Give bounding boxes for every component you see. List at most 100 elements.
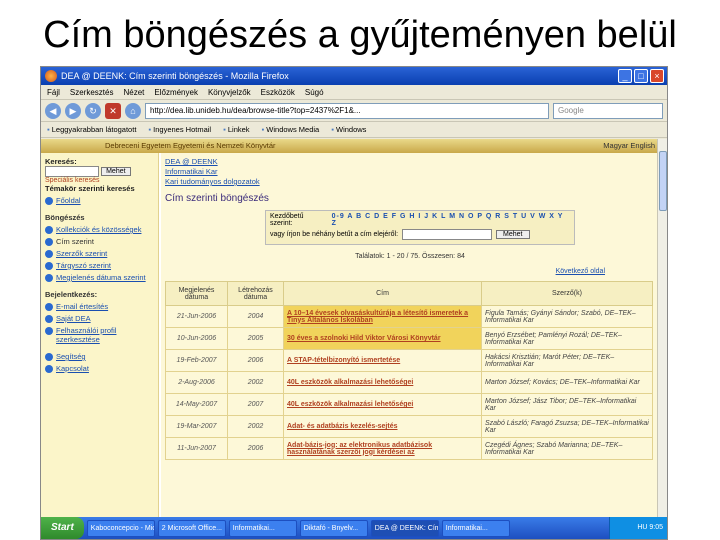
cell-date: 19-Feb-2007 [165, 349, 228, 372]
column-header[interactable]: Megjelenés dátuma [165, 281, 228, 306]
start-button[interactable]: Start [41, 517, 84, 539]
stop-icon[interactable]: ✕ [105, 102, 121, 119]
sidebar-item-my-dea[interactable]: Saját DEA [45, 314, 154, 323]
taskbar-item[interactable]: Kaboconcepcio - Micros... [86, 519, 155, 537]
cell-year: 2007 [227, 393, 284, 416]
menu-view[interactable]: Nézet [123, 85, 144, 99]
sidebar-search-button[interactable]: Mehet [101, 167, 131, 176]
minimize-icon[interactable]: _ [618, 69, 632, 83]
table-row: 21-Jun-2006 2004 A 10–14 évesek olvasásk… [165, 305, 653, 328]
topic-search-link[interactable]: Témakör szerinti keresés [45, 184, 154, 193]
bullet-icon [45, 315, 53, 323]
cell-author: Szabó László; Faragó Zsuzsa; DE–TEK–Info… [481, 415, 653, 438]
bookmark-item[interactable]: Windows Media [262, 122, 319, 137]
bullet-icon [45, 353, 53, 361]
url-input[interactable]: http://dea.lib.unideb.hu/dea/browse-titl… [145, 102, 549, 119]
cell-title-link[interactable]: A STAP-tételbizonyító ismertetése [283, 349, 482, 372]
cell-title-link[interactable]: 30 éves a szolnoki Hild Viktor Városi Kö… [283, 327, 482, 350]
cell-date: 14-May-2007 [165, 393, 228, 416]
reload-icon[interactable]: ↻ [85, 102, 101, 119]
cell-date: 21-Jun-2006 [165, 305, 228, 328]
bookmark-item[interactable]: Leggyakrabban látogatott [47, 122, 137, 137]
breadcrumb-3[interactable]: Kari tudományos dolgozatok [165, 177, 655, 187]
column-header[interactable]: Létrehozás dátuma [227, 281, 284, 306]
home-icon[interactable]: ⌂ [125, 102, 141, 119]
sidebar-item-contact[interactable]: Kapcsolat [45, 364, 154, 373]
taskbar-item[interactable]: 2 Microsoft Office... [157, 519, 226, 537]
cell-date: 10-Jun-2006 [165, 327, 228, 350]
menu-bookmarks[interactable]: Könyvjelzők [208, 85, 251, 99]
menu-edit[interactable]: Szerkesztés [70, 85, 114, 99]
special-search-link[interactable]: Speciális keresés [45, 177, 154, 184]
bookmarks-bar: Leggyakrabban látogatott Ingyenes Hotmai… [41, 122, 667, 138]
sidebar-item-by-subject[interactable]: Tárgyszó szerint [45, 261, 154, 270]
sidebar-item-profile[interactable]: Felhasználói profil szerkesztése [45, 326, 154, 344]
menu-history[interactable]: Előzmények [154, 85, 198, 99]
sidebar-item-help[interactable]: Segítség [45, 352, 154, 361]
title-prefix-input[interactable] [402, 229, 493, 240]
close-icon[interactable]: × [650, 69, 664, 83]
go-button[interactable]: Mehet [496, 230, 530, 239]
menu-file[interactable]: Fájl [47, 85, 60, 99]
bullet-icon [45, 365, 53, 373]
menu-bar: Fájl Szerkesztés Nézet Előzmények Könyvj… [41, 85, 667, 100]
sidebar: Keresés: Mehet Speciális keresés Témakör… [41, 153, 159, 517]
taskbar-item[interactable]: Informatikai... [441, 519, 510, 537]
column-header[interactable]: Szerző(k) [481, 281, 653, 306]
taskbar-item-active[interactable]: DEA @ DEENK: Cím... [370, 519, 439, 537]
language-switch[interactable]: Magyar English [603, 139, 655, 153]
column-header[interactable]: Cím [283, 281, 482, 306]
bullet-icon [45, 327, 53, 335]
cell-author: Marton József; Jász Tibor; DE–TEK–Inform… [481, 393, 653, 416]
alpha-label: Kezdőbetű szerint: [270, 213, 304, 227]
sidebar-search-input[interactable] [45, 166, 99, 177]
next-page-link[interactable]: Következő oldal [165, 268, 655, 275]
taskbar-item[interactable]: Diktafó - Bnyelv... [299, 519, 368, 537]
firefox-icon [45, 70, 57, 82]
maximize-icon[interactable]: □ [634, 69, 648, 83]
bookmark-item[interactable]: Ingyenes Hotmail [148, 122, 211, 137]
library-name[interactable]: Debreceni Egyetem Egyetemi és Nemzeti Kö… [45, 139, 276, 153]
cell-year: 2002 [227, 371, 284, 394]
nav-toolbar: ◀ ▶ ↻ ✕ ⌂ http://dea.lib.unideb.hu/dea/b… [41, 100, 667, 122]
scrollbar-thumb[interactable] [659, 151, 667, 211]
sidebar-item-email-alerts[interactable]: E-mail értesítés [45, 302, 154, 311]
forward-icon[interactable]: ▶ [65, 102, 81, 119]
sidebar-item-by-date[interactable]: Megjelenés dátuma szerint [45, 273, 154, 282]
alphabet-filter: Kezdőbetű szerint: 0-9 A B C D E F G H I… [265, 210, 575, 245]
sidebar-item-collections[interactable]: Kollekciók és közösségek [45, 225, 154, 234]
cell-year: 2006 [227, 349, 284, 372]
browser-screenshot: DEA @ DEENK: Cím szerinti böngészés - Mo… [40, 66, 668, 540]
sidebar-item-by-title[interactable]: Cím szerint [45, 237, 154, 246]
window-title: DEA @ DEENK: Cím szerinti böngészés - Mo… [61, 71, 289, 81]
taskbar-item[interactable]: Informatikai... [228, 519, 297, 537]
cell-year: 2006 [227, 437, 284, 460]
sidebar-item-by-author[interactable]: Szerzők szerint [45, 249, 154, 258]
table-row: 14-May-2007 2007 40L eszközök alkalmazás… [165, 393, 653, 416]
cell-author: Benyó Erzsébet; Pamlényi Rozál; DE–TEK–I… [481, 327, 653, 350]
bullet-icon [45, 238, 53, 246]
page-title: Cím szerinti böngészés [165, 193, 269, 204]
sidebar-item-home[interactable]: Főoldal [45, 196, 154, 205]
alphabet-links[interactable]: 0-9 A B C D E F G H I J K L M N O P Q R … [332, 213, 570, 227]
bullet-icon [45, 250, 53, 258]
cell-title-link[interactable]: Adat-bázis-jog: az elektronikus adatbázi… [283, 437, 482, 460]
cell-title-link[interactable]: 40L eszközök alkalmazási lehetőségei [283, 393, 482, 416]
cell-author: Hakácsi Krisztián; Marót Péter; DE–TEK–I… [481, 349, 653, 372]
breadcrumb-2[interactable]: Informatikai Kar [165, 167, 655, 177]
vertical-scrollbar[interactable] [657, 139, 667, 517]
bookmark-item[interactable]: Linkek [223, 122, 250, 137]
cell-title-link[interactable]: 40L eszközök alkalmazási lehetőségei [283, 371, 482, 394]
bookmark-item[interactable]: Windows [331, 122, 366, 137]
menu-tools[interactable]: Eszközök [261, 85, 295, 99]
result-count: Találatok: 1 - 20 / 75. Összesen: 84 [355, 253, 465, 260]
breadcrumb-1[interactable]: DEA @ DEENK [165, 157, 655, 167]
system-tray-clock: HU 9:05 [609, 517, 667, 539]
search-input[interactable]: Google [553, 102, 663, 119]
menu-help[interactable]: Súgó [305, 85, 324, 99]
cell-date: 2-Aug-2006 [165, 371, 228, 394]
cell-title-link[interactable]: Adat- és adatbázis kezelés-sejtés [283, 415, 482, 438]
back-icon[interactable]: ◀ [45, 102, 61, 119]
cell-title-link[interactable]: A 10–14 évesek olvasáskultúrája a létesí… [283, 305, 482, 328]
cell-author: Czegédi Ágnes; Szabó Marianna; DE–TEK–In… [481, 437, 653, 460]
